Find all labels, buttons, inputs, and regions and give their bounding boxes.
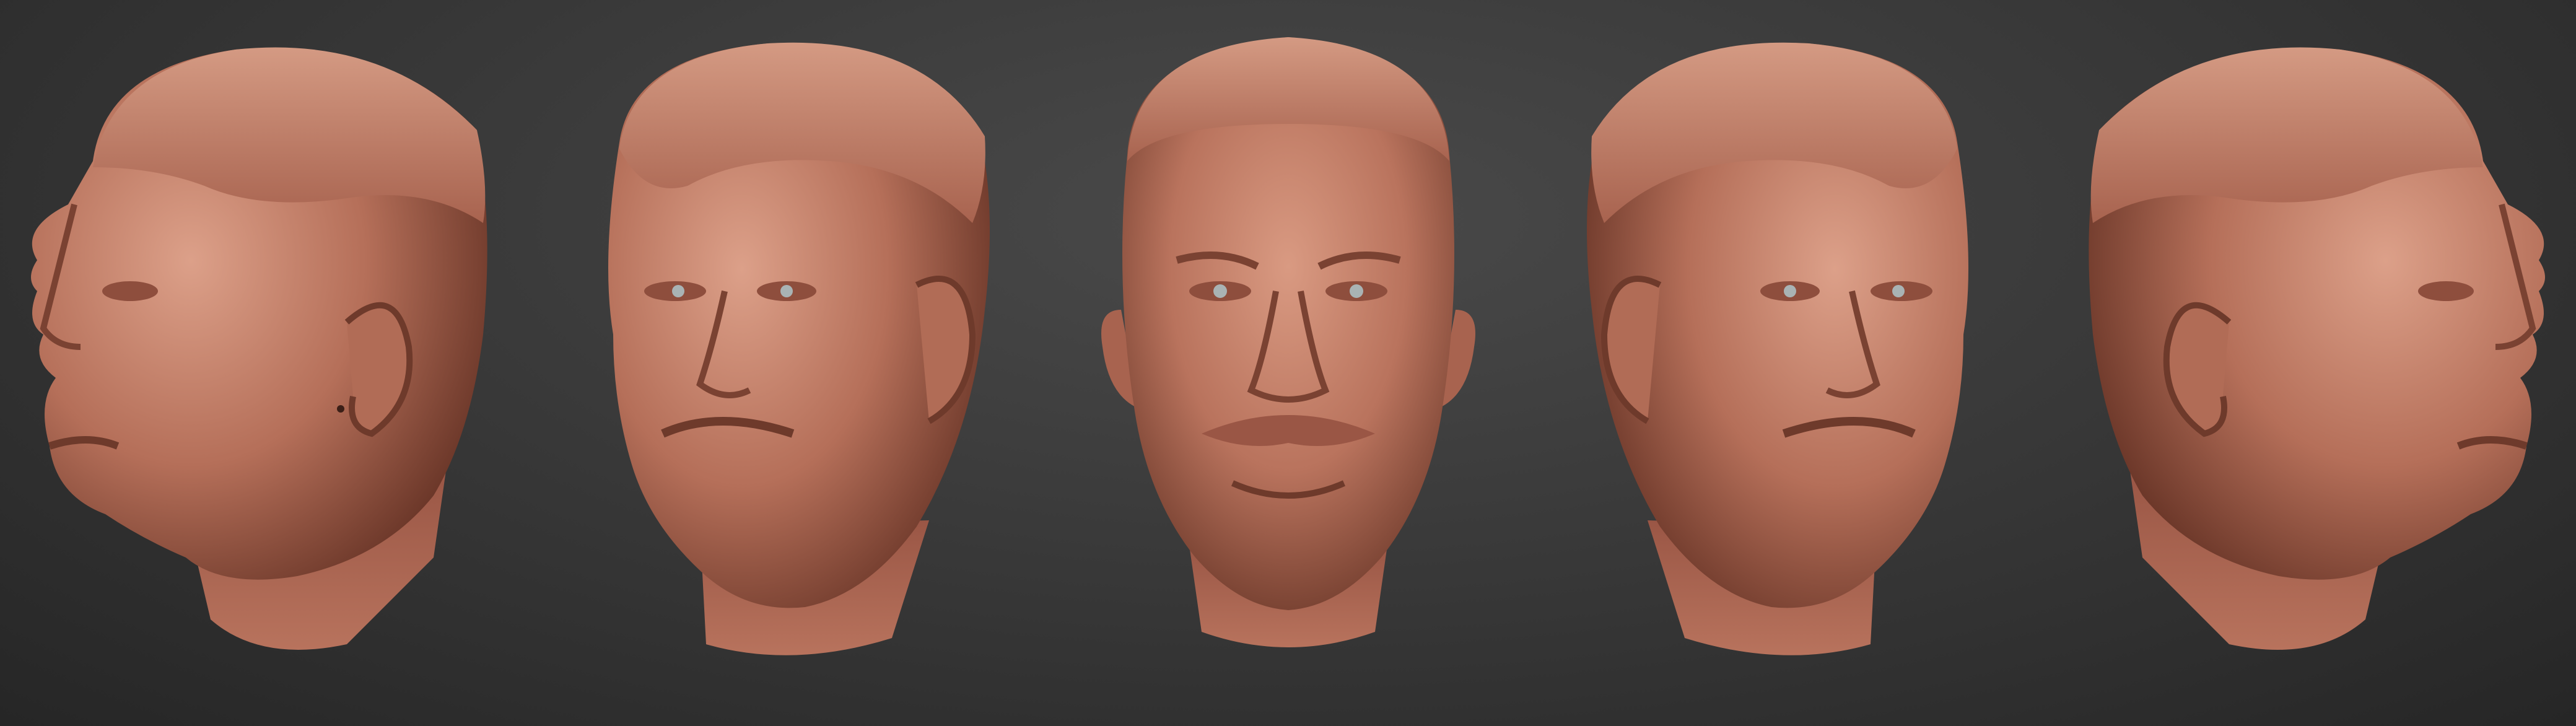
right-three-quarter-view: [1561, 0, 2032, 726]
sculpted-head-profile-right-icon: [2089, 47, 2545, 650]
sculpted-head-profile-left-icon: [31, 47, 487, 650]
sculpted-head-three-quarter-right-icon: [1587, 42, 1968, 655]
sculpted-head-three-quarter-left-icon: [608, 42, 990, 655]
left-three-quarter-view: [545, 0, 1016, 726]
right-profile-view: [2068, 0, 2576, 726]
turntable-stage: [0, 0, 2576, 726]
sculpted-head-front-icon: [1101, 37, 1475, 647]
front-view: [1072, 0, 1505, 726]
left-profile-view: [0, 0, 508, 726]
